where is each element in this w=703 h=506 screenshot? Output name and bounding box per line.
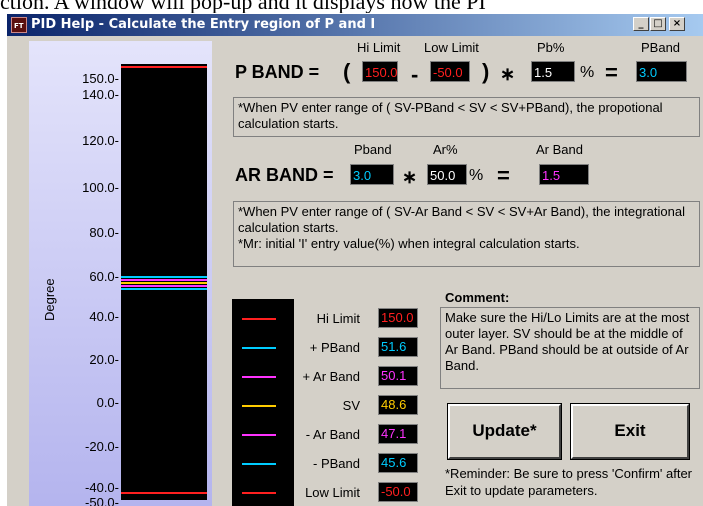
legend-label: SV (342, 398, 360, 413)
pband-header: PBand (641, 40, 681, 55)
legend-value: 47.1 (378, 424, 418, 444)
background-document-text: ction. A window will pop-up and it displ… (0, 0, 486, 14)
exit-button[interactable]: Exit (571, 404, 689, 459)
gauge-tick-label: 0.0- (96, 395, 119, 410)
pband-result-field: 3.0 (636, 61, 687, 82)
gauge-tick-label: 150.0- (82, 71, 119, 86)
equals-sign: = (605, 60, 618, 85)
legend-swatch (242, 318, 276, 320)
update-button[interactable]: Update* (448, 404, 561, 459)
legend-swatch (242, 492, 276, 494)
gauge-tick-label: -50.0- (85, 495, 119, 506)
gauge-tick-label: 100.0- (82, 180, 119, 195)
ar-percent-field[interactable]: 50.0 (427, 164, 467, 185)
legend-label: Hi Limit (316, 311, 360, 326)
gauge-tick-label: -40.0- (85, 480, 119, 495)
gauge-line-arband-minus (121, 285, 207, 288)
legend-swatch (242, 376, 276, 378)
arband-note: *When PV enter range of ( SV-Ar Band < S… (233, 201, 700, 267)
times-sign: ∗ (500, 64, 516, 84)
arband-note-line2: *Mr: initial 'I' entry value(%) when int… (238, 236, 580, 251)
gauge-line-low-limit (121, 492, 207, 494)
ar-percent-header: Ar% (433, 142, 458, 157)
reminder-text: *Reminder: Be sure to press 'Confirm' af… (445, 466, 692, 498)
ar-pband-field: 3.0 (350, 164, 394, 185)
gauge-bar (121, 64, 207, 500)
low-limit-header: Low Limit (424, 40, 479, 55)
legend-label: + PBand (309, 340, 360, 355)
gauge-tick-label: 140.0- (82, 87, 119, 102)
maximize-button[interactable]: □ (650, 17, 666, 31)
gauge-line-sv (121, 281, 207, 284)
legend-label: - PBand (313, 456, 360, 471)
gauge-tick-label: 40.0- (89, 309, 119, 324)
comment-text: Make sure the Hi/Lo Limits are at the mo… (440, 307, 700, 389)
ar-percent-sign: % (469, 167, 484, 184)
gauge-line-pband-minus (121, 288, 207, 291)
low-limit-field[interactable]: -50.0 (430, 61, 470, 82)
gauge-tick-label: 80.0- (89, 225, 119, 240)
open-paren: ( (343, 59, 351, 84)
legend-value: 51.6 (378, 337, 418, 357)
pid-help-window: PID Help - Calculate the Entry region of… (6, 13, 703, 506)
app-icon (11, 17, 27, 33)
minus-sign: - (411, 62, 419, 87)
comment-heading: Comment: (445, 290, 510, 305)
title-bar[interactable]: PID Help - Calculate the Entry region of… (7, 14, 703, 36)
arband-header: Ar Band (536, 142, 583, 157)
arband-result-field: 1.5 (539, 164, 589, 185)
legend-value: 50.1 (378, 366, 418, 386)
legend-value: 45.6 (378, 453, 418, 473)
legend-swatches (232, 299, 294, 506)
legend-label: + Ar Band (302, 369, 360, 384)
pb-percent-header: Pb% (537, 40, 565, 55)
percent-sign: % (580, 64, 595, 81)
arband-label: AR BAND = (235, 165, 334, 185)
pb-percent-field[interactable]: 1.5 (531, 61, 575, 82)
window-title: PID Help - Calculate the Entry region of… (31, 17, 376, 32)
ar-equals-sign: = (497, 163, 510, 188)
legend-value: -50.0 (378, 482, 418, 502)
legend-value: 150.0 (378, 308, 418, 328)
legend: Hi Limit 150.0 + PBand 51.6 + Ar Band 50.1 SV 4… (232, 299, 432, 506)
ar-pband-header: Pband (354, 142, 392, 157)
gauge-tick-label: -20.0- (85, 439, 119, 454)
pband-label: P BAND = (235, 62, 320, 82)
legend-swatch (242, 347, 276, 349)
hi-limit-header: Hi Limit (357, 40, 401, 55)
legend-label: Low Limit (305, 485, 360, 500)
gauge-tick-label: 60.0- (89, 269, 119, 284)
pband-note: *When PV enter range of ( SV-PBand < SV … (233, 97, 700, 137)
gauge-line-arband-plus (121, 278, 207, 281)
legend-label: - Ar Band (305, 427, 360, 442)
gauge-tick-label: 20.0- (89, 352, 119, 367)
hi-limit-field[interactable]: 150.0 (362, 61, 398, 82)
arband-note-line1: *When PV enter range of ( SV-Ar Band < S… (238, 204, 685, 235)
close-button[interactable]: × (669, 17, 685, 31)
close-paren: ) (482, 59, 490, 84)
legend-swatch (242, 405, 276, 407)
gauge-line-pband-plus (121, 275, 207, 278)
ar-times-sign: ∗ (402, 167, 418, 187)
legend-value: 48.6 (378, 395, 418, 415)
gauge-line-hi-limit (121, 66, 207, 68)
legend-swatch (242, 463, 276, 465)
gauge-tick-label: 120.0- (82, 133, 119, 148)
legend-swatch (242, 434, 276, 436)
minimize-button[interactable]: _ (633, 17, 649, 31)
